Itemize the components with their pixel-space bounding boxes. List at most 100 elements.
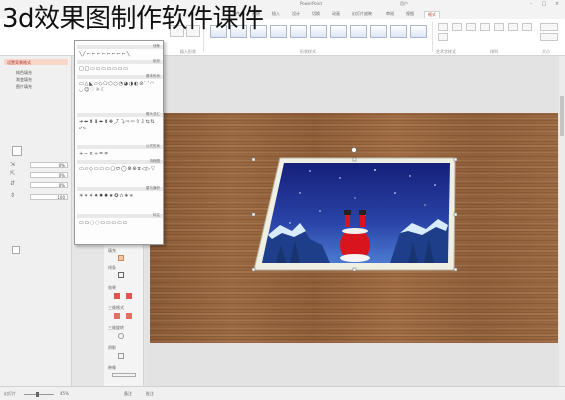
- shape-style-5[interactable]: [290, 25, 307, 38]
- comments-button[interactable]: 批注: [146, 391, 154, 397]
- shape-row-callouts[interactable]: ▭▭◌◌▭▭▭▭▭: [79, 220, 159, 238]
- rotate-button[interactable]: [522, 23, 532, 31]
- gallery-section-header: 基本形状: [77, 74, 163, 79]
- maximize-button[interactable]: □: [540, 1, 548, 8]
- shape-row-equation[interactable]: +−×÷=≠: [79, 151, 159, 157]
- strip-label-3d-format[interactable]: 三维格式: [108, 305, 124, 311]
- star: [299, 192, 301, 194]
- group-label-arrange: 排列: [490, 49, 498, 54]
- star: [434, 184, 436, 186]
- minimize-button[interactable]: –: [527, 1, 535, 8]
- shape-outline-button[interactable]: [438, 33, 448, 41]
- reset-button[interactable]: [12, 246, 20, 254]
- slide-info: 幻灯片: [4, 391, 16, 396]
- star: [409, 175, 411, 177]
- selection-handle: [453, 157, 458, 162]
- 3d-rotation-icon[interactable]: [118, 333, 124, 339]
- effects-icon-2[interactable]: [126, 293, 132, 299]
- bring-forward-button[interactable]: [466, 23, 476, 31]
- send-backward-button[interactable]: [480, 23, 490, 31]
- value-field-1[interactable]: 0%: [30, 162, 68, 168]
- transparency-icon: ⇕: [10, 192, 16, 199]
- star: [319, 210, 321, 212]
- star: [289, 222, 291, 224]
- shape-style-6[interactable]: [310, 25, 327, 38]
- tab-insert[interactable]: 插入: [272, 11, 280, 17]
- section-label-equation: 公式形状: [146, 144, 160, 148]
- value-field-4-text: 100: [57, 195, 65, 200]
- santa-boot-right: [359, 210, 366, 215]
- line-icon[interactable]: [118, 272, 124, 278]
- 3d-format-icon[interactable]: [114, 313, 120, 319]
- fill-option-gradient[interactable]: 渐变填充: [16, 77, 32, 83]
- tab-design[interactable]: 设计: [292, 11, 300, 17]
- position-icon: ⇲: [10, 161, 16, 168]
- 3d-format-icon-2[interactable]: [126, 313, 132, 319]
- height-field[interactable]: [540, 23, 558, 31]
- strip-label-shadow[interactable]: 阴影: [108, 345, 116, 351]
- value-field-3[interactable]: 0%: [30, 182, 68, 188]
- zoom-level[interactable]: 45%: [60, 391, 69, 396]
- fill-option-solid[interactable]: 纯色填充: [16, 70, 32, 76]
- shape-row-rectangles[interactable]: □□▭▭▭▭▭▭▭: [79, 66, 159, 72]
- status-bar: 幻灯片 45% 备注 批注: [0, 386, 565, 400]
- shape-fill-button[interactable]: [438, 23, 448, 31]
- shape-style-7[interactable]: [330, 25, 347, 38]
- tab-format[interactable]: 格式: [424, 11, 440, 18]
- star: [339, 177, 341, 179]
- vertical-scrollbar[interactable]: [559, 56, 565, 386]
- shape-style-8[interactable]: [350, 25, 367, 38]
- strip-label-reflection[interactable]: 映像: [108, 365, 116, 371]
- shape-row-basic[interactable]: ▭△◣▱◇⬠⬡○◔◕◑◐⊘⌒◠◡☺♡☼☾: [79, 81, 159, 111]
- strip-label-fill[interactable]: 填充: [108, 248, 116, 254]
- slide[interactable]: [150, 113, 558, 343]
- selection-handle: [352, 267, 357, 272]
- format-pane: 设置背景格式 纯色填充 渐变填充 图片填充 ⇲ 0% ⇱ 0% ⇵ 0% ⇕ 1…: [0, 56, 72, 386]
- page-title: 3d效果图制作软件课件: [2, 4, 264, 34]
- shape-style-9[interactable]: [370, 25, 387, 38]
- rotate-handle: [351, 147, 357, 153]
- notes-button[interactable]: 备注: [124, 391, 132, 397]
- user-name[interactable]: 用户: [400, 1, 408, 7]
- shadow-icon[interactable]: [118, 353, 124, 359]
- zoom-knob[interactable]: [36, 392, 39, 397]
- shape-style-4[interactable]: [270, 25, 287, 38]
- tab-review[interactable]: 审阅: [386, 11, 394, 17]
- align-button[interactable]: [494, 23, 504, 31]
- shape-row-arrows[interactable]: ➜⬅⬆⬇⬌⬍✥⤴⤵⇨⇦⇧⇩⇆⇅⤶⤷: [79, 119, 159, 143]
- reflection-slider[interactable]: [112, 373, 136, 377]
- scrollbar-thumb[interactable]: [560, 96, 564, 136]
- pane-header: 设置背景格式: [7, 60, 31, 65]
- shape-style-11[interactable]: [410, 25, 427, 38]
- tab-slideshow[interactable]: 幻灯片放映: [352, 11, 372, 17]
- shape-row-flowchart[interactable]: ▭▱◇▭▭▭▢⬭◯⊗⊕⧖◁▷▽: [79, 166, 159, 184]
- effects-icon[interactable]: [114, 293, 120, 299]
- star: [394, 192, 396, 194]
- tab-transitions[interactable]: 切换: [312, 11, 320, 17]
- close-button[interactable]: ×: [553, 1, 561, 8]
- group-button[interactable]: [508, 23, 518, 31]
- color-swatch[interactable]: [12, 146, 22, 156]
- zoom-slider[interactable]: [24, 394, 54, 395]
- santa-leg-right: [360, 213, 365, 227]
- wordart-a-button[interactable]: [452, 23, 462, 31]
- tab-view[interactable]: 视图: [406, 11, 414, 17]
- strip-label-line[interactable]: 线条: [108, 265, 116, 271]
- shape-row-lines[interactable]: ╲╱⌐⌐⌐⌐⌐⌐⌐⌐╲: [79, 51, 159, 57]
- strip-label-effects[interactable]: 效果: [108, 285, 116, 291]
- fill-option-picture[interactable]: 图片填充: [16, 84, 32, 90]
- fill-icon[interactable]: [118, 255, 124, 261]
- selection-handle: [251, 157, 256, 162]
- value-field-4[interactable]: 100: [30, 194, 68, 200]
- star: [354, 197, 356, 199]
- strip-label-3d-rotation[interactable]: 三维旋转: [108, 325, 124, 331]
- shape-style-10[interactable]: [390, 25, 407, 38]
- santa-boot-left: [344, 210, 351, 215]
- tab-animations[interactable]: 动画: [332, 11, 340, 17]
- shape-row-stars[interactable]: ✳✴✶✷✸✹★✪✫✬✭: [79, 193, 159, 211]
- section-label-lines: 线条: [153, 44, 160, 48]
- gallery-section-header: 线条: [77, 44, 163, 49]
- width-field[interactable]: [540, 33, 558, 41]
- value-field-2[interactable]: 0%: [30, 172, 68, 178]
- selection-handle: [453, 267, 458, 272]
